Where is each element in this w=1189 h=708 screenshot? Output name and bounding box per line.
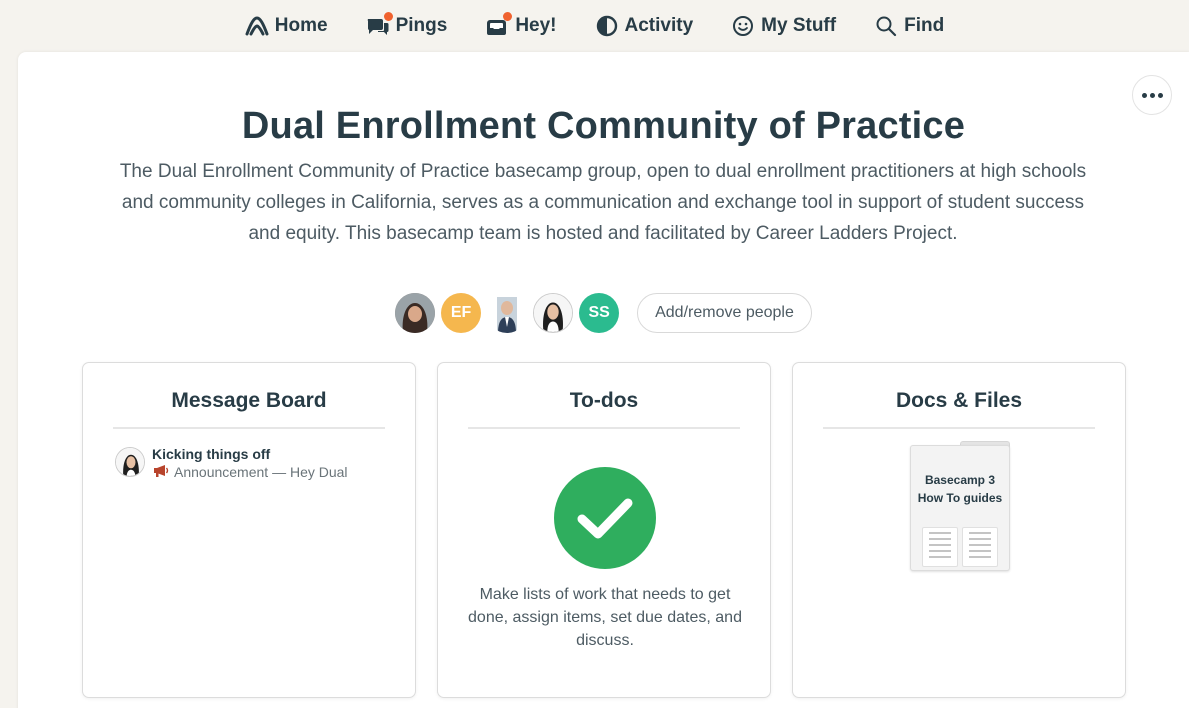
- avatar: [115, 447, 145, 477]
- avatar[interactable]: EF: [441, 293, 482, 333]
- checkmark-icon: [554, 467, 656, 569]
- todos-title: To-dos: [569, 389, 639, 412]
- ellipsis-dot: [1157, 92, 1163, 98]
- project-description: The Dual Enrollment Community of Practic…: [119, 161, 1087, 244]
- avatar[interactable]: [487, 293, 528, 333]
- nav-activity-label: Activity: [624, 15, 694, 36]
- hey-notification-dot: [503, 12, 513, 21]
- hey-icon: [485, 12, 513, 38]
- avatar-initials: EF: [450, 304, 472, 321]
- people-row: EF SS Add/remove people: [18, 293, 1189, 333]
- message-meta: Announcement — Hey Dual: [152, 464, 348, 480]
- folder-item[interactable]: Basecamp 3 How To guides: [910, 441, 1010, 571]
- divider: [113, 427, 385, 429]
- todos-description: Make lists of work that needs to get don…: [468, 586, 742, 649]
- folder-label: Basecamp 3 How To guides: [917, 473, 1003, 505]
- nav-home-label: Home: [274, 15, 328, 36]
- avatar[interactable]: SS: [579, 293, 620, 333]
- nav-hey-label: Hey!: [515, 15, 557, 36]
- message-meta-text: Announcement — Hey Dual: [174, 464, 348, 480]
- nav-home[interactable]: Home: [243, 10, 330, 42]
- list-item[interactable]: Kicking things off Announcement — Hey Du…: [115, 445, 395, 480]
- add-remove-people-button[interactable]: Add/remove people: [637, 293, 812, 333]
- todos-card[interactable]: To-dos Make lists of work that needs to …: [437, 362, 771, 698]
- ellipsis-icon: [1141, 92, 1147, 98]
- divider: [468, 427, 740, 429]
- nav-my-stuff-label: My Stuff: [761, 15, 837, 36]
- ellipsis-dot: [1149, 92, 1155, 98]
- nav-pings-label: Pings: [395, 15, 448, 36]
- message-board-card[interactable]: Message Board Kicking things off Announc…: [82, 362, 416, 698]
- docs-files-title: Docs & Files: [895, 389, 1023, 412]
- avatar[interactable]: [533, 293, 574, 333]
- top-navigation: Home Pings Hey! Activity My Stuff Find: [0, 0, 1189, 52]
- search-icon: [874, 14, 898, 38]
- basecamp-logo-icon: [245, 14, 269, 38]
- document-thumbnail-icon: [962, 527, 998, 567]
- smiley-icon: [731, 14, 755, 38]
- avatar-initials: SS: [588, 304, 610, 321]
- divider: [823, 427, 1095, 429]
- avatar[interactable]: [395, 293, 436, 333]
- nav-activity[interactable]: Activity: [593, 10, 696, 42]
- nav-hey[interactable]: Hey!: [483, 10, 558, 42]
- nav-my-stuff[interactable]: My Stuff: [729, 10, 838, 42]
- document-thumbnail-icon: [922, 527, 958, 567]
- nav-find[interactable]: Find: [872, 10, 946, 42]
- project-title: Dual Enrollment Community of Practice: [241, 105, 966, 147]
- pings-icon: [366, 12, 393, 38]
- docs-files-card[interactable]: Docs & Files Basecamp 3 How To guides: [792, 362, 1126, 698]
- nav-pings[interactable]: Pings: [364, 10, 450, 42]
- activity-icon: [595, 14, 619, 38]
- nav-find-label: Find: [904, 15, 945, 36]
- message-title: Kicking things off: [152, 446, 271, 462]
- project-card: Dual Enrollment Community of Practice Th…: [18, 52, 1189, 708]
- megaphone-icon: [152, 464, 170, 480]
- message-board-title: Message Board: [171, 389, 327, 412]
- pings-notification-dot: [383, 12, 393, 21]
